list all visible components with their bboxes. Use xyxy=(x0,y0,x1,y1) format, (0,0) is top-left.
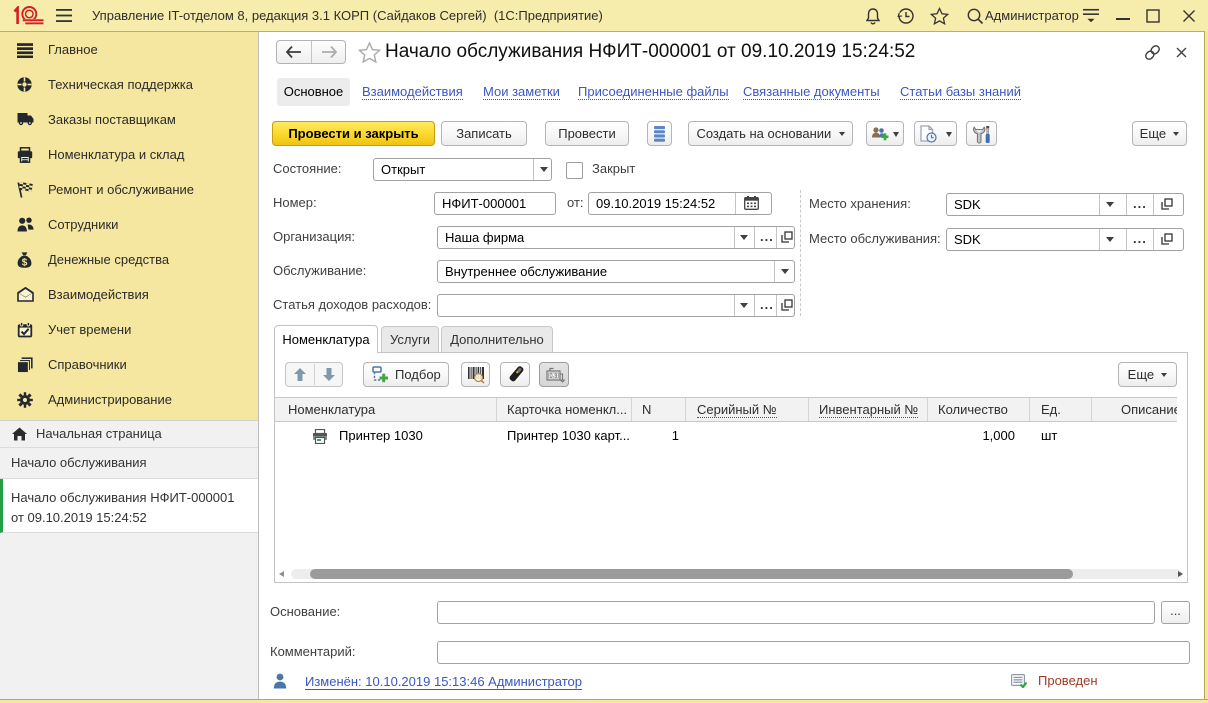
svg-text:$: $ xyxy=(22,257,28,267)
svg-text:0-9: 0-9 xyxy=(550,373,558,379)
